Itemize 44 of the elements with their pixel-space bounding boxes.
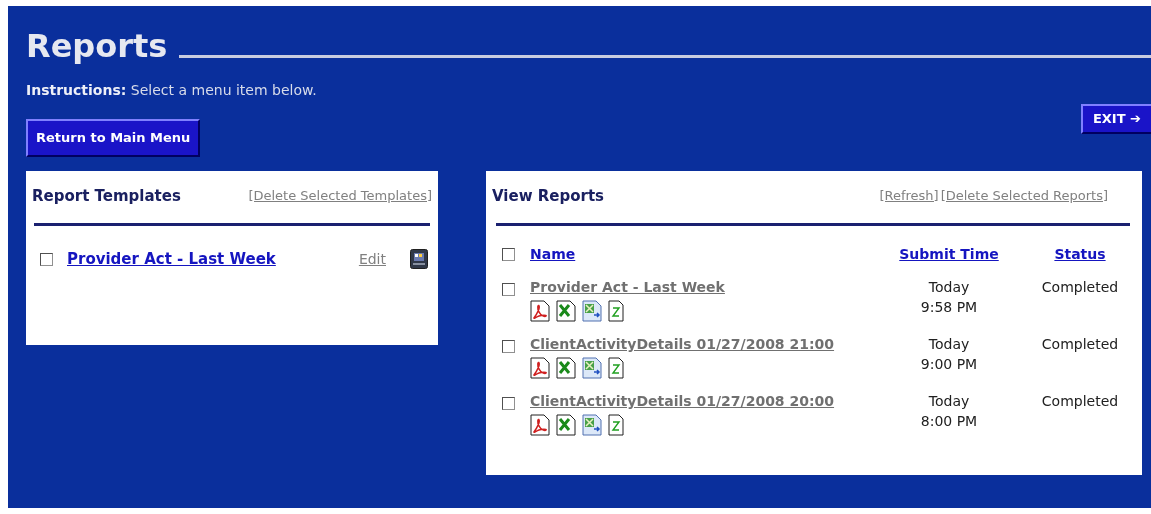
submit-day: Today [928,334,970,354]
spreadsheet-export-icon[interactable] [582,357,602,379]
text-document-icon[interactable] [608,357,624,379]
status-text: Completed [1041,278,1119,297]
delete-templates-link[interactable]: [Delete Selected Templates] [248,186,432,206]
spreadsheet-export-icon[interactable] [582,300,602,322]
pdf-file-icon[interactable] [530,357,550,379]
spreadsheet-icon[interactable] [556,414,576,436]
spreadsheet-icon[interactable] [556,300,576,322]
submit-time: 8:00 PM [920,412,978,431]
text-document-icon[interactable] [608,414,624,436]
spreadsheet-export-icon[interactable] [582,414,602,436]
checkbox[interactable] [502,340,515,353]
column-header-link[interactable]: Name [530,244,576,265]
spreadsheet-icon[interactable] [556,357,576,379]
refresh-link[interactable]: [Refresh] [879,186,939,206]
status-text: Completed [1041,335,1119,354]
report-link[interactable]: ClientActivityDetails 01/27/2008 21:00 [530,334,835,355]
checkbox[interactable] [502,397,515,410]
exit-button[interactable]: EXIT ➔ [1080,104,1151,134]
pdf-file-icon[interactable] [530,414,550,436]
column-header-link[interactable]: Status [1054,244,1106,265]
panel-title: Report Templates [32,185,181,207]
submit-time: 9:58 PM [920,298,978,317]
edit-link[interactable]: Edit [358,248,386,270]
text-document-icon[interactable] [608,300,624,322]
page-title: Reports [26,30,168,62]
submit-time: 9:00 PM [920,355,978,374]
checkbox[interactable] [40,252,53,266]
column-header-link[interactable]: Submit Time [899,244,999,265]
report-link[interactable]: Provider Act - Last Week [530,277,725,298]
instructions-text: Instructions: Select a menu item below. [26,81,318,100]
checkbox[interactable] [502,283,515,296]
pdf-file-icon[interactable] [530,300,550,322]
report-link[interactable]: ClientActivityDetails 01/27/2008 20:00 [530,391,835,412]
status-text: Completed [1041,392,1119,411]
delete-reports-link[interactable]: [Delete Selected Reports] [940,186,1108,206]
schedule-icon[interactable] [410,249,428,270]
panel-title: View Reports [492,185,604,207]
checkbox[interactable] [502,248,515,261]
return-to-main-menu-button[interactable]: Return to Main Menu [26,119,201,157]
submit-day: Today [928,391,970,411]
template-link[interactable]: Provider Act - Last Week [67,248,276,271]
submit-day: Today [928,277,970,297]
